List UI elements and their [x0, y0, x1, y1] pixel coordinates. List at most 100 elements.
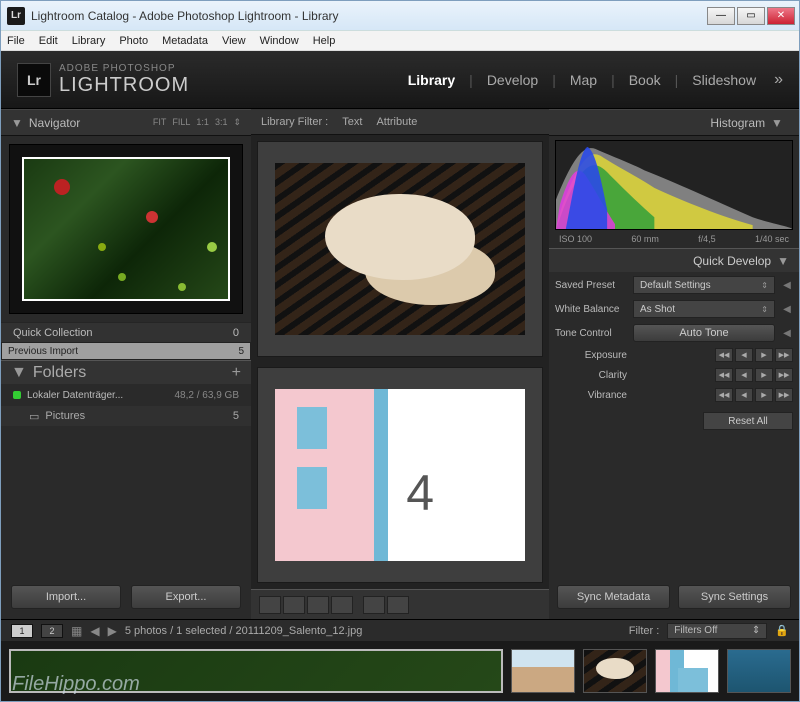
- folders-header[interactable]: ▼ Folders +: [1, 360, 251, 384]
- quick-develop-header[interactable]: Quick Develop ▼: [549, 248, 799, 272]
- nav-1to1[interactable]: 1:1: [196, 117, 209, 128]
- menu-file[interactable]: File: [7, 35, 25, 47]
- histogram-header[interactable]: Histogram ▼: [549, 110, 799, 136]
- view-compare-button[interactable]: [307, 596, 329, 614]
- navigator-title: Navigator: [29, 116, 80, 130]
- previous-import-row[interactable]: Previous Import 5: [1, 342, 251, 360]
- menu-help[interactable]: Help: [313, 35, 336, 47]
- sync-settings-button[interactable]: Sync Settings: [678, 585, 791, 609]
- menu-photo[interactable]: Photo: [119, 35, 148, 47]
- view-loupe-button[interactable]: [283, 596, 305, 614]
- tone-control-label: Tone Control: [555, 328, 627, 339]
- chevron-up-down-icon: ⇕: [761, 305, 768, 314]
- drive-status-icon: [13, 391, 21, 399]
- chevron-left-icon[interactable]: ◀: [781, 280, 793, 291]
- navigator-header[interactable]: ▼ Navigator FIT FILL 1:1 3:1 ⇕: [1, 110, 251, 136]
- quick-collection-row[interactable]: Quick Collection 0: [1, 322, 251, 342]
- filmstrip-thumb-1[interactable]: [9, 649, 503, 693]
- module-library[interactable]: Library: [408, 72, 455, 88]
- monitor-1-button[interactable]: 1: [11, 624, 33, 638]
- sort-order-button[interactable]: [387, 596, 409, 614]
- quick-collection-count: 0: [233, 327, 239, 339]
- histogram-chart: [555, 140, 793, 230]
- minimize-button[interactable]: —: [707, 7, 735, 25]
- more-modules-icon[interactable]: »: [774, 71, 783, 89]
- chevron-left-icon[interactable]: ◀: [781, 328, 793, 339]
- library-filter-bar: Library Filter : Text Attribute: [251, 109, 549, 135]
- histogram-focal: 60 mm: [631, 234, 659, 244]
- drive-usage: 48,2 / 63,9 GB: [175, 390, 240, 401]
- auto-tone-button[interactable]: Auto Tone: [633, 324, 775, 342]
- triangle-down-icon: ▼: [11, 364, 27, 382]
- filmstrip: [1, 641, 799, 701]
- chevron-left-icon[interactable]: ◀: [781, 304, 793, 315]
- reset-all-button[interactable]: Reset All: [703, 412, 793, 430]
- lock-icon[interactable]: 🔒: [775, 624, 789, 637]
- filter-attribute[interactable]: Attribute: [376, 116, 417, 128]
- brand-main: LIGHTROOM: [59, 74, 189, 96]
- sort-button[interactable]: [363, 596, 385, 614]
- filmstrip-thumb-2[interactable]: [511, 649, 575, 693]
- triangle-down-icon: ▼: [777, 254, 789, 268]
- menu-view[interactable]: View: [222, 35, 246, 47]
- histogram-title: Histogram: [710, 116, 765, 130]
- module-book[interactable]: Book: [629, 72, 661, 88]
- navigator-preview[interactable]: [9, 144, 243, 314]
- filter-text[interactable]: Text: [342, 116, 362, 128]
- maximize-button[interactable]: ▭: [737, 7, 765, 25]
- nav-fit[interactable]: FIT: [153, 117, 167, 128]
- filmstrip-thumb-5[interactable]: [727, 649, 791, 693]
- white-balance-select[interactable]: As Shot ⇕: [633, 300, 775, 318]
- app-header: Lr ADOBE PHOTOSHOP LIGHTROOM Library| De…: [1, 51, 799, 109]
- grid-index: 4: [406, 464, 434, 522]
- filmstrip-thumb-3[interactable]: [583, 649, 647, 693]
- menu-library[interactable]: Library: [72, 35, 106, 47]
- folder-name: Pictures: [45, 410, 85, 422]
- module-develop[interactable]: Develop: [487, 72, 538, 88]
- grid-cell-2[interactable]: 4: [257, 367, 543, 583]
- prev-icon[interactable]: ◀: [90, 624, 99, 638]
- filmstrip-thumb-4[interactable]: [655, 649, 719, 693]
- exposure-steppers[interactable]: ◀◀◀▶▶▶: [715, 348, 793, 362]
- chevron-up-down-icon[interactable]: ⇕: [233, 117, 241, 128]
- module-slideshow[interactable]: Slideshow: [692, 72, 756, 88]
- module-picker: Library| Develop| Map| Book| Slideshow »: [408, 71, 783, 89]
- saved-preset-label: Saved Preset: [555, 280, 627, 291]
- folder-pictures[interactable]: ▭ Pictures 5: [1, 406, 251, 426]
- nav-fill[interactable]: FILL: [172, 117, 190, 128]
- close-button[interactable]: ✕: [767, 7, 795, 25]
- drive-row[interactable]: Lokaler Datenträger... 48,2 / 63,9 GB: [1, 384, 251, 406]
- vibrance-steppers[interactable]: ◀◀◀▶▶▶: [715, 388, 793, 402]
- filmstrip-header: 1 2 ▦ ◀ ▶ 5 photos / 1 selected / 201112…: [1, 619, 799, 641]
- triangle-down-icon: ▼: [771, 116, 783, 130]
- view-survey-button[interactable]: [331, 596, 353, 614]
- monitor-2-button[interactable]: 2: [41, 624, 63, 638]
- app-icon: Lr: [7, 7, 25, 25]
- module-map[interactable]: Map: [570, 72, 597, 88]
- next-icon[interactable]: ▶: [108, 624, 117, 638]
- sync-metadata-button[interactable]: Sync Metadata: [557, 585, 670, 609]
- filmstrip-status: 5 photos / 1 selected / 20111209_Salento…: [125, 625, 363, 637]
- chevron-up-down-icon: ⇕: [752, 625, 760, 636]
- white-balance-value: As Shot: [640, 304, 675, 315]
- clarity-steppers[interactable]: ◀◀◀▶▶▶: [715, 368, 793, 382]
- left-panel: ▼ Navigator FIT FILL 1:1 3:1 ⇕ Quick: [1, 109, 251, 619]
- previous-import-label: Previous Import: [8, 346, 78, 357]
- saved-preset-select[interactable]: Default Settings ⇕: [633, 276, 775, 294]
- folders-title: Folders: [33, 364, 86, 382]
- nav-3to1[interactable]: 3:1: [215, 117, 228, 128]
- right-panel: Histogram ▼ ISO 100 60 mm f/4,5: [549, 109, 799, 619]
- import-button[interactable]: Import...: [11, 585, 121, 609]
- filter-select[interactable]: Filters Off ⇕: [667, 623, 767, 639]
- view-grid-button[interactable]: [259, 596, 281, 614]
- menu-edit[interactable]: Edit: [39, 35, 58, 47]
- grid-icon[interactable]: ▦: [71, 624, 82, 638]
- logo-icon: Lr: [17, 63, 51, 97]
- grid-cell-1[interactable]: [257, 141, 543, 357]
- window-title: Lightroom Catalog - Adobe Photoshop Ligh…: [31, 9, 705, 23]
- export-button[interactable]: Export...: [131, 585, 241, 609]
- vibrance-label: Vibrance: [555, 390, 627, 401]
- add-folder-icon[interactable]: +: [232, 364, 241, 382]
- menu-window[interactable]: Window: [260, 35, 299, 47]
- menu-metadata[interactable]: Metadata: [162, 35, 208, 47]
